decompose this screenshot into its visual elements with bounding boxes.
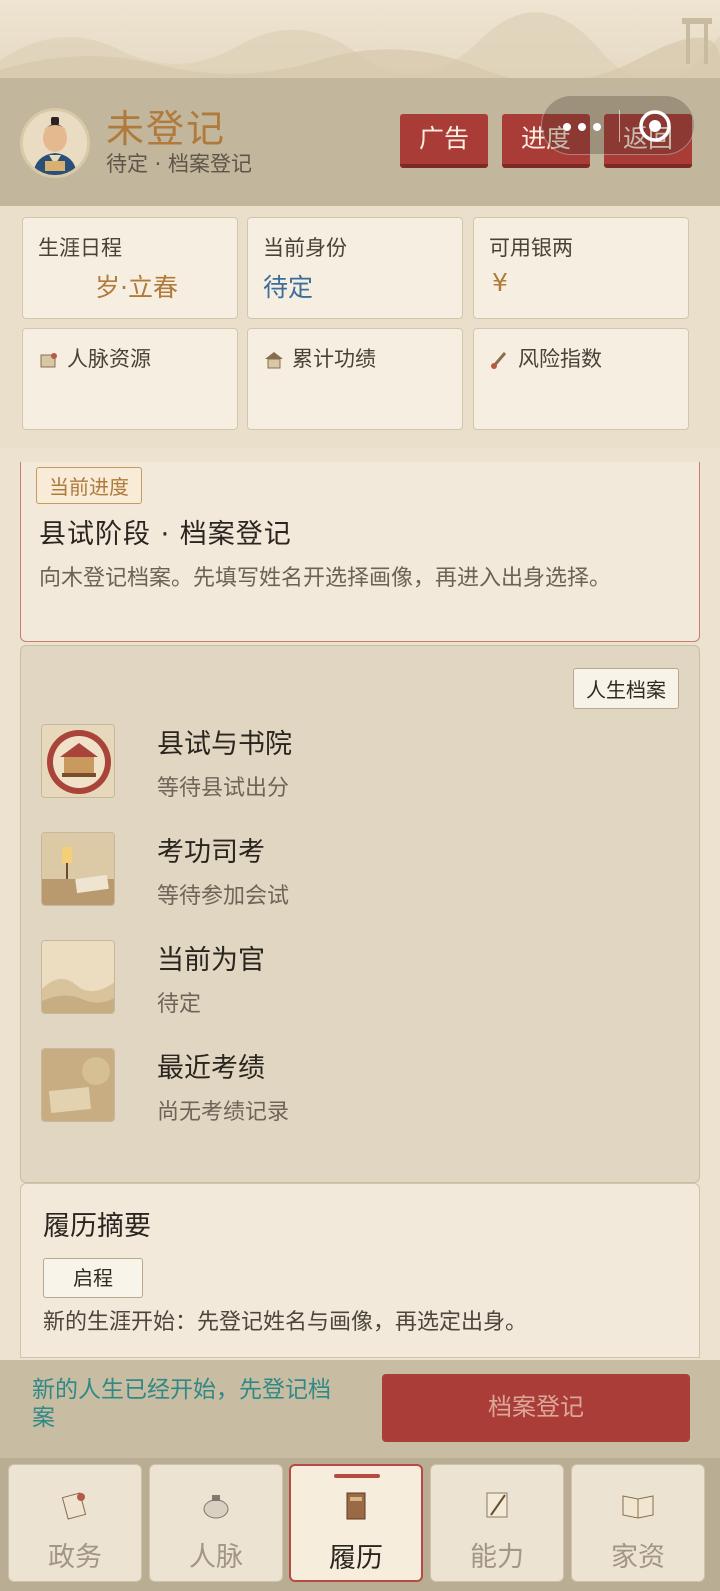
stat-card-silver[interactable]: 可用银两 ¥ bbox=[473, 217, 689, 319]
record-item[interactable]: 考功司考 等待参加会试 bbox=[41, 832, 681, 912]
active-indicator bbox=[334, 1474, 380, 1478]
stat-label: 可用银两 bbox=[489, 236, 573, 260]
background-landscape bbox=[0, 0, 720, 80]
close-target-icon[interactable] bbox=[638, 109, 672, 143]
scroll-icon bbox=[40, 353, 57, 368]
miniprogram-capsule bbox=[541, 95, 695, 155]
tab-network[interactable]: 人脉 bbox=[149, 1464, 283, 1582]
tab-label: 人脉 bbox=[189, 1542, 243, 1573]
stat-label: 人脉资源 bbox=[67, 347, 151, 371]
lamp-desk-icon bbox=[41, 832, 115, 906]
progress-title: 县试阶段 · 档案登记 bbox=[39, 519, 292, 550]
tab-label: 家资 bbox=[611, 1542, 665, 1573]
stat-card-risk[interactable]: 风险指数 bbox=[473, 328, 689, 430]
record-status: 尚无考绩记录 bbox=[157, 1100, 290, 1125]
book-icon bbox=[346, 1492, 366, 1520]
tab-politics[interactable]: 政务 bbox=[8, 1464, 142, 1582]
record-status: 等待参加会试 bbox=[157, 884, 290, 909]
brush-paper-icon bbox=[486, 1492, 508, 1518]
tab-label: 履历 bbox=[329, 1543, 383, 1574]
resume-summary-card: 履历摘要 启程 新的生涯开始：先登记姓名与画像，再选定出身。 bbox=[20, 1183, 700, 1358]
summary-title: 履历摘要 bbox=[43, 1211, 151, 1242]
action-bar: 新的人生已经开始，先登记档案 档案登记 bbox=[0, 1360, 720, 1458]
stat-card-identity[interactable]: 当前身份 待定 bbox=[247, 217, 463, 319]
old-book-icon bbox=[41, 1048, 115, 1122]
tab-resume[interactable]: 履历 bbox=[289, 1464, 423, 1582]
current-progress-card: 当前进度 县试阶段 · 档案登记 向木登记档案。先填写姓名开选择画像，再进入出身… bbox=[20, 462, 700, 642]
stat-card-schedule[interactable]: 生涯日程 岁·立春 bbox=[22, 217, 238, 319]
summary-text: 新的生涯开始：先登记姓名与画像，再选定出身。 bbox=[43, 1310, 528, 1335]
life-archive-button[interactable]: 人生档案 bbox=[573, 668, 679, 709]
record-item[interactable]: 最近考绩 尚无考绩记录 bbox=[41, 1048, 681, 1128]
brush-icon bbox=[491, 352, 507, 369]
academy-seal-icon bbox=[41, 724, 115, 798]
record-title: 考功司考 bbox=[157, 837, 265, 868]
stat-label: 累计功绩 bbox=[292, 347, 376, 371]
scroll-icon bbox=[61, 1492, 87, 1520]
record-item[interactable]: 当前为官 待定 bbox=[41, 940, 681, 1020]
tab-ability[interactable]: 能力 bbox=[430, 1464, 564, 1582]
record-status: 等待县试出分 bbox=[157, 776, 290, 801]
stat-label: 生涯日程 bbox=[38, 236, 122, 260]
stat-label: 当前身份 bbox=[263, 236, 347, 260]
record-item[interactable]: 县试与书院 等待县试出分 bbox=[41, 724, 681, 804]
record-title: 最近考绩 bbox=[157, 1053, 265, 1084]
stat-value: 岁·立春 bbox=[95, 273, 178, 302]
teapot-icon bbox=[203, 1495, 229, 1519]
progress-description: 向木登记档案。先填写姓名开选择画像，再进入出身选择。 bbox=[39, 566, 612, 591]
record-title: 当前为官 bbox=[157, 945, 265, 976]
summary-badge: 启程 bbox=[43, 1258, 143, 1298]
action-hint: 新的人生已经开始，先登记档案 bbox=[32, 1377, 331, 1431]
more-icon[interactable] bbox=[562, 122, 602, 132]
stats-grid: 生涯日程 岁·立春 当前身份 待定 可用银两 ¥ 人脉资源 累计功绩 风险指数 bbox=[0, 206, 720, 448]
record-status: 待定 bbox=[157, 992, 202, 1017]
progress-tag: 当前进度 bbox=[36, 467, 142, 504]
ad-button[interactable]: 广告 bbox=[400, 114, 488, 168]
tab-label: 政务 bbox=[48, 1542, 102, 1573]
stat-card-merit[interactable]: 累计功绩 bbox=[247, 328, 463, 430]
tab-assets[interactable]: 家资 bbox=[571, 1464, 705, 1582]
capsule-divider bbox=[619, 110, 620, 142]
record-title: 县试与书院 bbox=[157, 729, 292, 760]
register-archive-button[interactable]: 档案登记 bbox=[382, 1374, 690, 1442]
user-name: 未登记 bbox=[106, 107, 227, 151]
avatar[interactable] bbox=[20, 108, 90, 178]
stat-value: 待定 bbox=[263, 273, 314, 302]
tab-label: 能力 bbox=[470, 1542, 524, 1573]
user-status: 待定 · 档案登记 bbox=[106, 152, 253, 176]
stat-label: 风险指数 bbox=[518, 347, 602, 371]
landscape-scroll-icon bbox=[41, 940, 115, 1014]
pavilion-icon bbox=[265, 352, 283, 369]
stat-value: ¥ bbox=[492, 268, 508, 297]
life-archive-panel: 人生档案 县试与书院 等待县试出分 考功司考 等待参加会试 当前为官 待定 最近… bbox=[20, 645, 700, 1183]
stat-card-network[interactable]: 人脉资源 bbox=[22, 328, 238, 430]
bottom-tab-bar: 政务 人脉 履历 能力 家资 bbox=[0, 1458, 720, 1591]
open-book-icon bbox=[622, 1495, 654, 1519]
profile-header: 未登记 待定 · 档案登记 广告 进度 返回 bbox=[0, 78, 720, 206]
